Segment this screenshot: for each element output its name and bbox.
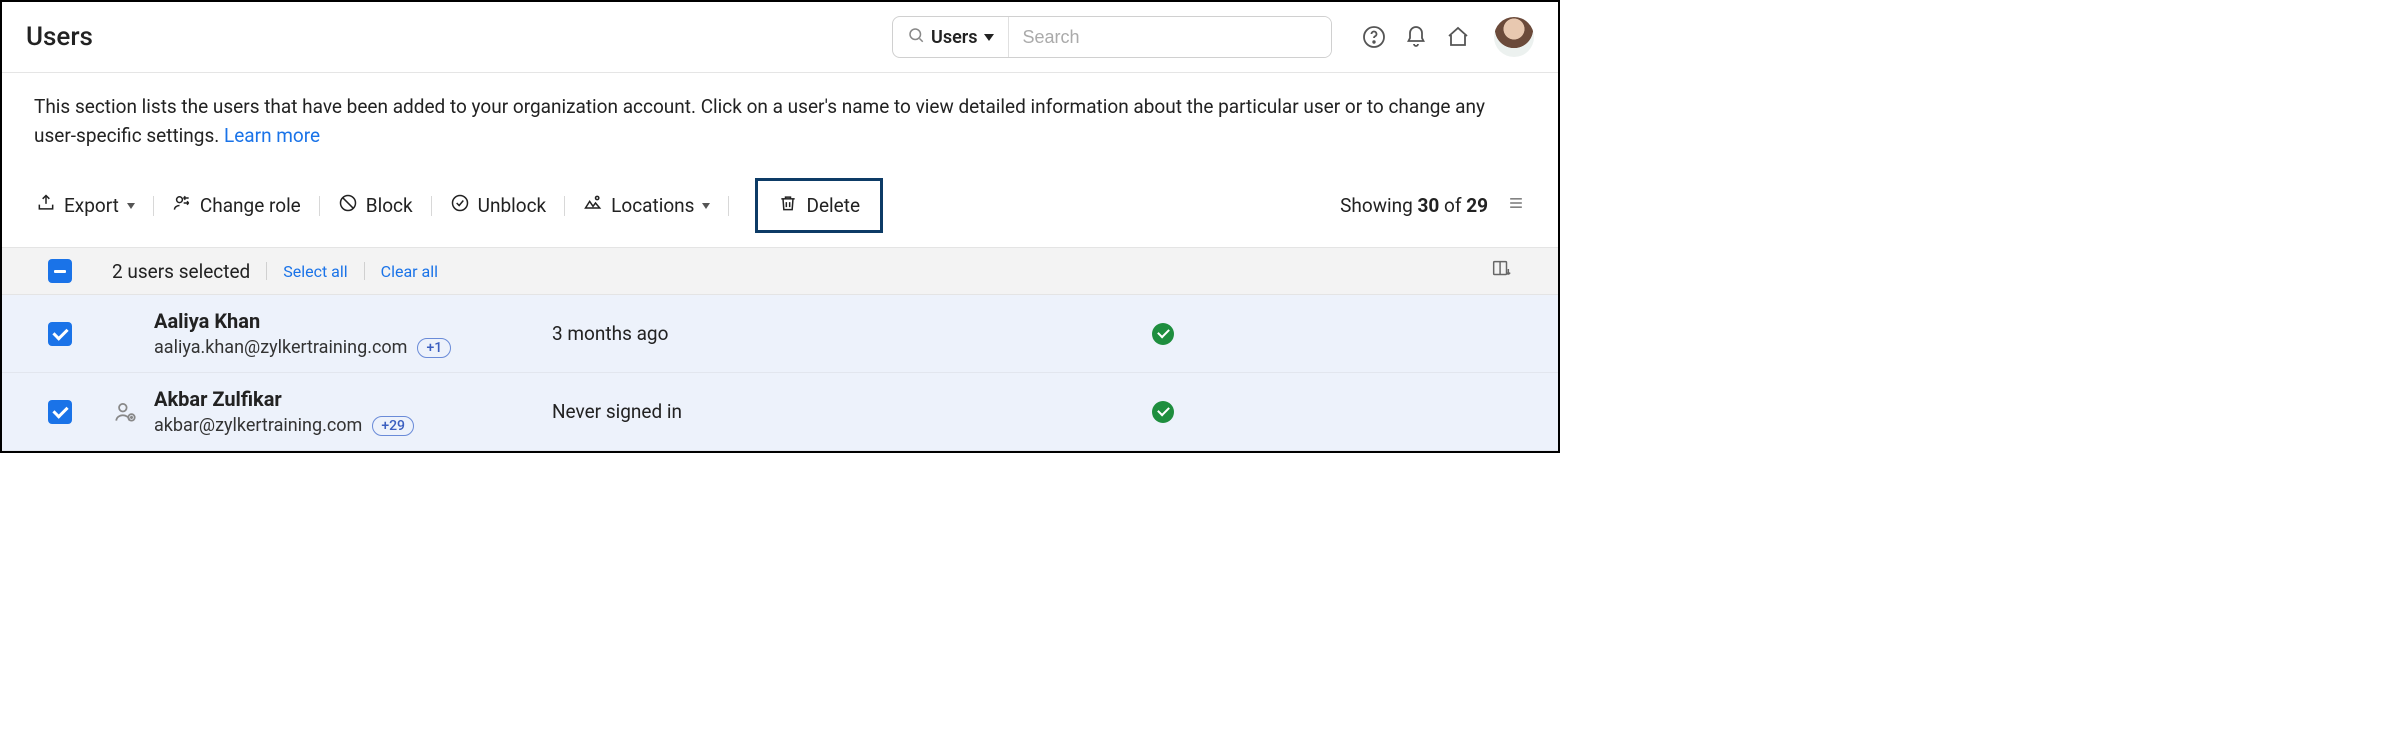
- bell-icon[interactable]: [1404, 25, 1428, 49]
- home-icon[interactable]: [1446, 25, 1470, 49]
- user-name[interactable]: Akbar Zulfikar: [154, 387, 414, 411]
- block-icon: [338, 193, 358, 218]
- export-button[interactable]: Export: [34, 189, 137, 222]
- select-all-link[interactable]: Select all: [283, 262, 347, 281]
- selection-bar: 2 users selected Select all Clear all: [2, 247, 1558, 295]
- caret-down-icon: [984, 34, 994, 41]
- learn-more-link[interactable]: Learn more: [224, 124, 320, 147]
- change-role-label: Change role: [200, 194, 301, 217]
- export-icon: [36, 193, 56, 218]
- block-label: Block: [366, 194, 413, 217]
- change-role-icon: [172, 193, 192, 218]
- user-role-icon: [112, 399, 138, 425]
- search-icon: [907, 26, 925, 49]
- showing-text: Showing 30 of 29: [1340, 194, 1488, 217]
- chevron-down-icon: [702, 203, 710, 209]
- export-label: Export: [64, 194, 119, 217]
- selection-count: 2 users selected: [112, 260, 250, 283]
- chevron-down-icon: [127, 203, 135, 209]
- intro-text: This section lists the users that have b…: [34, 93, 1526, 150]
- search-input[interactable]: [1009, 17, 1332, 57]
- change-role-button[interactable]: Change role: [170, 189, 303, 222]
- search-scope-dropdown[interactable]: Users: [893, 17, 1009, 57]
- last-signin: 3 months ago: [552, 322, 952, 345]
- table-row[interactable]: Aaliya Khan aaliya.khan@zylkertraining.c…: [2, 295, 1558, 373]
- block-button[interactable]: Block: [336, 189, 415, 222]
- action-toolbar: Export Change role Block: [34, 172, 1526, 247]
- help-icon[interactable]: [1362, 25, 1386, 49]
- alias-count-badge[interactable]: +1: [417, 338, 451, 358]
- search-box[interactable]: Users: [892, 16, 1332, 58]
- row-checkbox[interactable]: [48, 400, 72, 424]
- search-scope-label: Users: [931, 27, 978, 48]
- status-active-icon: [1152, 323, 1174, 345]
- delete-button[interactable]: Delete: [755, 178, 883, 233]
- column-settings-icon[interactable]: [1490, 258, 1512, 284]
- user-email: akbar@zylkertraining.com: [154, 415, 362, 436]
- top-bar: Users Users: [2, 2, 1558, 73]
- trash-icon: [778, 193, 798, 218]
- status-active-icon: [1152, 401, 1174, 423]
- locations-icon: [583, 193, 603, 218]
- user-name[interactable]: Aaliya Khan: [154, 309, 451, 333]
- avatar[interactable]: [1494, 17, 1534, 57]
- list-density-icon[interactable]: [1506, 193, 1526, 218]
- unblock-icon: [450, 193, 470, 218]
- delete-label: Delete: [806, 194, 860, 217]
- last-signin: Never signed in: [552, 400, 952, 423]
- user-rows: Aaliya Khan aaliya.khan@zylkertraining.c…: [2, 295, 1558, 451]
- locations-label: Locations: [611, 194, 694, 217]
- select-all-checkbox[interactable]: [48, 259, 72, 283]
- clear-all-link[interactable]: Clear all: [381, 262, 438, 281]
- locations-button[interactable]: Locations: [581, 189, 712, 222]
- unblock-label: Unblock: [478, 194, 547, 217]
- alias-count-badge[interactable]: +29: [372, 416, 414, 436]
- table-row[interactable]: Akbar Zulfikar akbar@zylkertraining.com …: [2, 373, 1558, 451]
- row-checkbox[interactable]: [48, 322, 72, 346]
- page-title: Users: [26, 22, 93, 52]
- user-email: aaliya.khan@zylkertraining.com: [154, 337, 407, 358]
- unblock-button[interactable]: Unblock: [448, 189, 549, 222]
